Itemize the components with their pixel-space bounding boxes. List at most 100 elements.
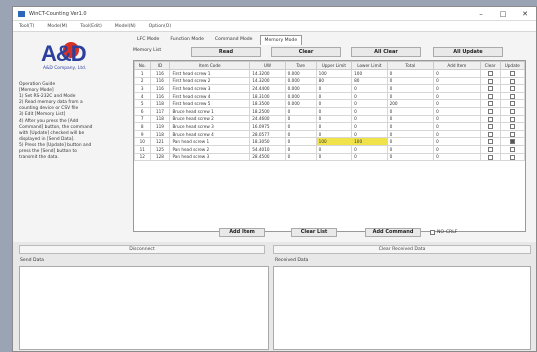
update-checkbox[interactable] bbox=[509, 86, 515, 92]
table-cell[interactable]: 12 bbox=[134, 152, 151, 162]
table-cell[interactable]: 6 bbox=[134, 106, 151, 116]
table-cell[interactable]: 0 bbox=[284, 114, 317, 124]
table-row[interactable]: 11 125 Pan head screw 2 54.4010 0 0 0 0 0 bbox=[134, 144, 525, 154]
table-cell[interactable]: 24.4400 bbox=[249, 84, 286, 93]
table-cell[interactable]: First head screw 3 bbox=[169, 84, 251, 93]
tab-lfc-mode[interactable]: LFC Mode bbox=[133, 35, 163, 45]
clear-checkbox[interactable] bbox=[487, 109, 493, 115]
table-cell[interactable]: 0 bbox=[433, 91, 481, 101]
table-cell[interactable]: 116 bbox=[149, 84, 171, 93]
table-cell[interactable]: 0 bbox=[284, 152, 317, 162]
table-cell[interactable]: 128 bbox=[149, 152, 171, 162]
tab-command-mode[interactable]: Command Mode bbox=[211, 35, 257, 45]
table-cell[interactable]: 80 bbox=[315, 76, 353, 86]
read-button[interactable]: Read bbox=[191, 47, 261, 57]
table-cell[interactable]: 0 bbox=[315, 84, 353, 93]
table-cell[interactable]: 0 bbox=[315, 144, 353, 154]
table-row[interactable]: 8 119 Bruce head screw 3 16.0975 0 0 0 0 0 bbox=[134, 122, 525, 131]
table-cell[interactable]: 0 bbox=[433, 152, 481, 162]
table-cell[interactable]: 0 bbox=[386, 84, 435, 93]
table-cell[interactable]: 118 bbox=[149, 114, 171, 124]
table-cell[interactable]: 0.000 bbox=[284, 91, 317, 101]
table-cell[interactable]: Pan head screw 1 bbox=[169, 137, 251, 146]
table-cell[interactable]: 54.4010 bbox=[249, 144, 286, 154]
table-cell[interactable]: 18.3500 bbox=[249, 99, 286, 108]
table-cell[interactable]: Bruce head screw 4 bbox=[169, 129, 251, 139]
table-cell[interactable]: 200 bbox=[386, 99, 435, 108]
update-checkbox[interactable] bbox=[509, 131, 515, 137]
clear-cell[interactable] bbox=[479, 114, 501, 124]
table-cell[interactable]: 116 bbox=[149, 91, 171, 101]
all-clear-button[interactable]: All Clear bbox=[351, 47, 421, 57]
table-cell[interactable]: 0 bbox=[315, 106, 353, 116]
update-cell[interactable] bbox=[499, 152, 525, 162]
table-cell[interactable]: 0 bbox=[284, 137, 317, 146]
table-cell[interactable]: 0 bbox=[351, 144, 388, 154]
table-cell[interactable]: 4 bbox=[134, 91, 151, 101]
table-cell[interactable]: 0 bbox=[433, 76, 481, 86]
table-cell[interactable]: 11 bbox=[134, 144, 151, 154]
table-cell[interactable]: 0 bbox=[351, 106, 388, 116]
table-cell[interactable]: 0 bbox=[284, 129, 317, 139]
menu-mode[interactable]: Mode(M) bbox=[47, 24, 67, 29]
table-cell[interactable]: 100 bbox=[351, 137, 388, 146]
table-cell[interactable]: 0 bbox=[284, 144, 317, 154]
table-cell[interactable]: 0 bbox=[433, 69, 481, 78]
clear-cell[interactable] bbox=[479, 122, 501, 131]
table-cell[interactable]: 119 bbox=[149, 122, 171, 131]
table-cell[interactable]: 80 bbox=[351, 76, 388, 86]
clear-cell[interactable] bbox=[479, 91, 501, 101]
update-cell[interactable] bbox=[499, 99, 525, 108]
table-cell[interactable]: 0 bbox=[315, 114, 353, 124]
table-row[interactable]: 4 116 First head screw 4 18.3100 0.000 0 0 0 0 bbox=[134, 91, 525, 101]
table-cell[interactable]: 28.0577 bbox=[249, 129, 286, 139]
table-cell[interactable]: 18.2500 bbox=[249, 106, 286, 116]
clear-cell[interactable] bbox=[479, 129, 501, 139]
table-cell[interactable]: 0 bbox=[284, 122, 317, 131]
table-cell[interactable]: 0 bbox=[315, 152, 353, 162]
table-cell[interactable]: 0 bbox=[386, 69, 435, 78]
table-cell[interactable]: 9 bbox=[134, 129, 151, 139]
update-cell[interactable] bbox=[499, 122, 525, 131]
clear-checkbox[interactable] bbox=[487, 154, 493, 160]
no-crlf-checkbox[interactable] bbox=[430, 230, 435, 235]
clear-checkbox[interactable] bbox=[487, 124, 493, 130]
table-row[interactable]: 1 116 First head screw 1 14.3200 0.000 100 100… bbox=[134, 69, 525, 78]
table-cell[interactable]: 117 bbox=[149, 106, 171, 116]
table-cell[interactable]: 28.4500 bbox=[249, 152, 286, 162]
table-cell[interactable]: 100 bbox=[351, 69, 388, 78]
clear-button[interactable]: Clear bbox=[271, 47, 341, 57]
table-cell[interactable]: 0 bbox=[315, 129, 353, 139]
clear-checkbox[interactable] bbox=[487, 146, 493, 152]
update-cell[interactable] bbox=[499, 129, 525, 139]
table-cell[interactable]: 100 bbox=[315, 137, 353, 146]
table-cell[interactable]: 0 bbox=[351, 129, 388, 139]
table-cell[interactable]: 0.000 bbox=[284, 76, 317, 86]
add-command-button[interactable]: Add Command bbox=[365, 228, 421, 237]
table-cell[interactable]: 0 bbox=[351, 114, 388, 124]
table-row[interactable]: 6 117 Bruce head screw 1 18.2500 0 0 0 0 0 bbox=[134, 106, 525, 116]
update-cell[interactable] bbox=[499, 114, 525, 124]
clear-checkbox[interactable] bbox=[487, 101, 493, 107]
menu-tool[interactable]: Tool(T) bbox=[19, 24, 34, 29]
table-cell[interactable]: 0 bbox=[315, 99, 353, 108]
table-cell[interactable]: 0 bbox=[433, 129, 481, 139]
menu-edit[interactable]: Tool(Edit) bbox=[80, 24, 101, 29]
table-cell[interactable]: 18.3050 bbox=[249, 137, 286, 146]
table-cell[interactable]: 14.3200 bbox=[249, 76, 286, 86]
table-cell[interactable]: 0 bbox=[386, 76, 435, 86]
table-cell[interactable]: 118 bbox=[149, 99, 171, 108]
update-checkbox[interactable] bbox=[509, 124, 515, 130]
update-cell[interactable] bbox=[499, 106, 525, 116]
update-checkbox[interactable] bbox=[509, 146, 515, 152]
table-cell[interactable]: 0 bbox=[386, 114, 435, 124]
table-cell[interactable]: 7 bbox=[134, 114, 151, 124]
table-cell[interactable]: 1 bbox=[134, 69, 151, 78]
table-cell[interactable]: 18.3100 bbox=[249, 91, 286, 101]
table-row[interactable]: 10 121 Pan head screw 1 18.3050 0 100 100 0 0 bbox=[134, 137, 525, 146]
clear-cell[interactable] bbox=[479, 137, 501, 146]
update-checkbox[interactable] bbox=[509, 71, 515, 77]
received-data-area[interactable] bbox=[273, 266, 531, 350]
update-cell[interactable] bbox=[499, 137, 525, 146]
table-cell[interactable]: 5 bbox=[134, 99, 151, 108]
